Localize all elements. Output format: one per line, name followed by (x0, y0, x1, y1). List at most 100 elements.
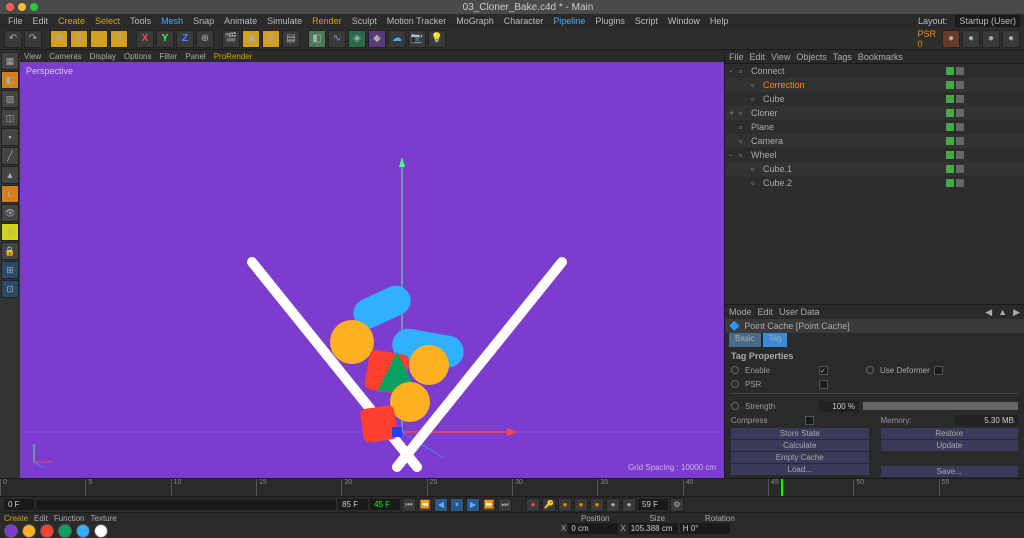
menu-file[interactable]: File (4, 16, 27, 26)
vp-menu-view[interactable]: View (24, 52, 41, 61)
obj-menu-file[interactable]: File (729, 52, 744, 62)
light-tool[interactable]: 💡 (428, 30, 446, 48)
camera-tool[interactable]: 📷 (408, 30, 426, 48)
environment-tool[interactable]: ☁ (388, 30, 406, 48)
vp-menu-filter[interactable]: Filter (159, 52, 177, 61)
axis-widget[interactable] (28, 438, 58, 468)
viewport-solo-tool[interactable]: 👁 (1, 204, 19, 222)
make-editable-tool[interactable]: ▦ (1, 52, 19, 70)
load-button[interactable]: Load... (731, 464, 869, 475)
rot-h-field[interactable]: H 0° (680, 523, 730, 534)
menu-pipeline[interactable]: Pipeline (549, 16, 589, 26)
axis-x-toggle[interactable]: X (136, 30, 154, 48)
attr-menu-edit[interactable]: Edit (758, 307, 774, 317)
frame-end-field[interactable]: 85 F (338, 499, 368, 510)
tree-row[interactable]: ▫Cube.1 (725, 162, 1024, 176)
usedeformer-radio[interactable] (866, 366, 874, 374)
mat-menu-create[interactable]: Create (4, 514, 28, 523)
vp-menu-panel[interactable]: Panel (185, 52, 205, 61)
usedeformer-checkbox[interactable] (934, 366, 943, 375)
mat-menu-edit[interactable]: Edit (34, 514, 48, 523)
calculate-button[interactable]: Calculate (731, 440, 869, 451)
attr-menu-userdata[interactable]: User Data (779, 307, 820, 317)
model-mode-tool[interactable]: ◧ (1, 71, 19, 89)
tree-row[interactable]: ▫Camera (725, 134, 1024, 148)
point-mode-tool[interactable]: ▪ (1, 128, 19, 146)
axis-z-toggle[interactable]: Z (176, 30, 194, 48)
attr-nav-back-icon[interactable]: ◀ (985, 307, 992, 318)
tree-row[interactable]: ▫Cube.2 (725, 176, 1024, 190)
obj-menu-objects[interactable]: Objects (796, 52, 827, 62)
select-tool[interactable]: ✥ (50, 30, 68, 48)
pause-button[interactable]: ⏸ (450, 498, 464, 512)
store-state-button[interactable]: Store State (731, 428, 869, 439)
timeline-scrollbar[interactable] (36, 500, 336, 510)
render-view-button[interactable]: 🎬 (222, 30, 240, 48)
attr-tab-basic[interactable]: Basic (729, 333, 761, 347)
workplane-tool[interactable]: ◫ (1, 109, 19, 127)
record-button[interactable]: ● (526, 498, 540, 512)
enable-radio[interactable] (731, 366, 739, 374)
tree-row[interactable]: ▫Cube (725, 92, 1024, 106)
menu-render[interactable]: Render (308, 16, 346, 26)
size-x-field[interactable]: 105.388 cm (628, 523, 678, 534)
mat-menu-texture[interactable]: Texture (91, 514, 117, 523)
workplane-lock-tool[interactable]: 🔒 (1, 242, 19, 260)
render-settings-button[interactable]: ⚙ (262, 30, 280, 48)
locked-workplane-tool[interactable]: ⊞ (1, 261, 19, 279)
generator-tool[interactable]: ◈ (348, 30, 366, 48)
axis-y-toggle[interactable]: Y (156, 30, 174, 48)
menu-animate[interactable]: Animate (220, 16, 261, 26)
timeline-ruler[interactable]: 051015202530354045505559 (0, 478, 1024, 496)
object-tree[interactable]: -▫Connect▫Correction▫Cube+▫Cloner▫Plane▫… (725, 64, 1024, 304)
material-swatches[interactable] (0, 523, 560, 538)
strength-slider[interactable] (863, 402, 1018, 410)
menu-character[interactable]: Character (500, 16, 548, 26)
timeline-options-button[interactable]: ⚙ (670, 498, 684, 512)
mat-menu-function[interactable]: Function (54, 514, 85, 523)
current-frame-field[interactable]: 45 F (370, 499, 400, 510)
tree-row[interactable]: ▫Correction (725, 78, 1024, 92)
tree-row[interactable]: +▫Cloner (725, 106, 1024, 120)
menu-plugins[interactable]: Plugins (591, 16, 629, 26)
key-param-button[interactable]: ● (606, 498, 620, 512)
poly-mode-tool[interactable]: ▲ (1, 166, 19, 184)
snap-tool[interactable]: S (1, 223, 19, 241)
vp-menu-prorender[interactable]: ProRender (214, 52, 253, 61)
psr-radio[interactable] (731, 380, 739, 388)
menu-tools[interactable]: Tools (126, 16, 155, 26)
prev-key-button[interactable]: ⏪ (418, 498, 432, 512)
menu-window[interactable]: Window (664, 16, 704, 26)
psr-btn-1[interactable]: ● (942, 30, 960, 48)
undo-button[interactable]: ↶ (4, 30, 22, 48)
material-swatch[interactable] (58, 524, 72, 538)
material-swatch[interactable] (40, 524, 54, 538)
material-swatch[interactable] (22, 524, 36, 538)
autokey-button[interactable]: 🔑 (542, 498, 556, 512)
texture-mode-tool[interactable]: ▨ (1, 90, 19, 108)
tree-row[interactable]: -▫Connect (725, 64, 1024, 78)
cube-primitive[interactable]: ◧ (308, 30, 326, 48)
key-scale-button[interactable]: ● (574, 498, 588, 512)
menu-script[interactable]: Script (631, 16, 662, 26)
attr-nav-fwd-icon[interactable]: ▶ (1013, 307, 1020, 318)
menu-simulate[interactable]: Simulate (263, 16, 306, 26)
enable-checkbox[interactable] (819, 366, 828, 375)
vp-menu-cameras[interactable]: Cameras (49, 52, 81, 61)
psr-btn-4[interactable]: ● (1002, 30, 1020, 48)
pos-x-field[interactable]: 0 cm (568, 523, 618, 534)
strength-value[interactable]: 100 % (819, 401, 859, 412)
menu-sculpt[interactable]: Sculpt (348, 16, 381, 26)
render-region-button[interactable]: ▣ (242, 30, 260, 48)
obj-menu-edit[interactable]: Edit (750, 52, 766, 62)
attr-nav-up-icon[interactable]: ▲ (998, 307, 1007, 317)
close-window-button[interactable] (6, 3, 14, 11)
key-rot-button[interactable]: ● (590, 498, 604, 512)
picture-viewer-button[interactable]: ▤ (282, 30, 300, 48)
goto-end-button[interactable]: ⏭ (498, 498, 512, 512)
psr-checkbox[interactable] (819, 380, 828, 389)
obj-menu-tags[interactable]: Tags (833, 52, 852, 62)
move-tool[interactable]: ╬ (70, 30, 88, 48)
play-back-button[interactable]: ◀ (434, 498, 448, 512)
menu-snap[interactable]: Snap (189, 16, 218, 26)
